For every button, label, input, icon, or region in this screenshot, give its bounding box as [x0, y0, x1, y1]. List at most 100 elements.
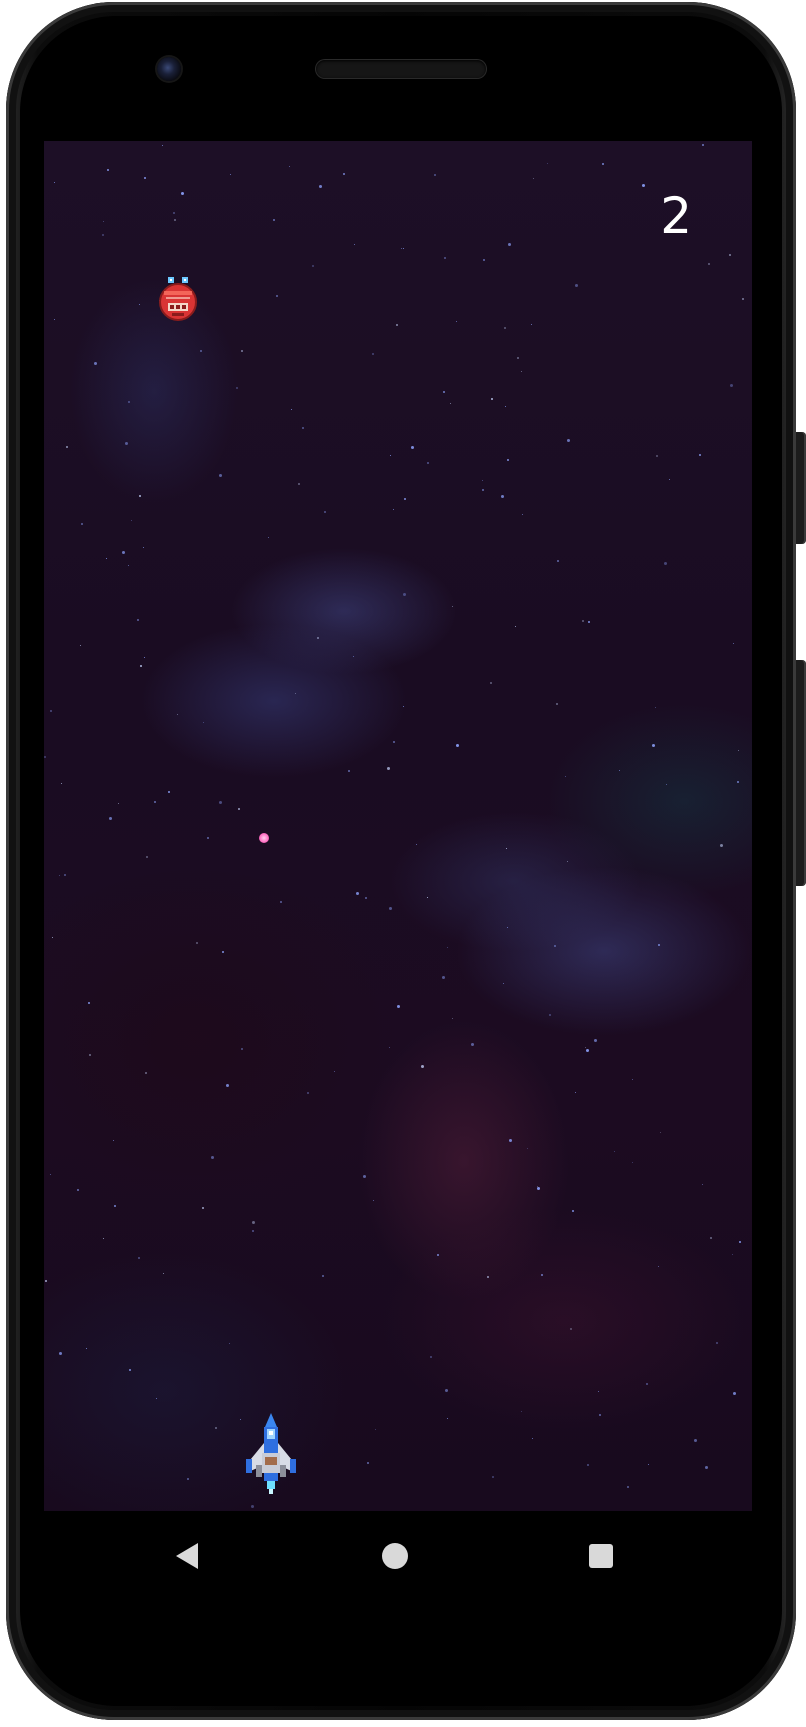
star — [536, 1185, 538, 1187]
star — [221, 950, 224, 953]
score-counter: 2 — [660, 187, 692, 245]
game-screen[interactable]: 2 — [44, 141, 752, 1511]
star — [347, 770, 350, 772]
star — [482, 488, 485, 491]
star — [302, 427, 305, 430]
star — [102, 1238, 104, 1240]
star — [421, 1065, 425, 1069]
star — [64, 874, 67, 877]
star — [239, 1419, 241, 1420]
back-button[interactable] — [172, 1541, 202, 1571]
star — [124, 441, 128, 445]
star — [442, 391, 445, 394]
star — [588, 621, 591, 624]
star — [58, 874, 60, 876]
star — [280, 901, 283, 904]
star — [502, 983, 504, 985]
star — [102, 221, 104, 223]
star — [482, 479, 484, 481]
star — [353, 244, 355, 246]
star — [138, 1256, 141, 1259]
star — [168, 790, 171, 793]
star — [396, 1005, 400, 1009]
recents-icon — [589, 1544, 613, 1568]
star — [251, 1505, 255, 1509]
player-ship[interactable] — [242, 1413, 300, 1495]
recents-button[interactable] — [586, 1541, 616, 1571]
star — [520, 371, 522, 373]
star — [517, 356, 520, 359]
star — [343, 172, 345, 175]
star — [572, 1209, 575, 1212]
star — [451, 1017, 453, 1019]
star — [532, 1437, 534, 1439]
star — [594, 1039, 597, 1043]
star — [737, 780, 740, 783]
star — [389, 907, 393, 910]
star — [102, 234, 105, 237]
star — [306, 1092, 309, 1095]
star — [557, 560, 560, 563]
star — [437, 1254, 440, 1257]
star — [252, 1229, 255, 1232]
star — [295, 692, 296, 694]
star — [434, 173, 437, 176]
star — [586, 1463, 589, 1466]
star — [548, 1014, 551, 1017]
star — [353, 656, 355, 658]
star — [59, 1351, 62, 1355]
star — [206, 836, 209, 839]
star — [80, 522, 83, 525]
star — [228, 1343, 230, 1345]
star — [275, 294, 278, 297]
star — [403, 498, 406, 501]
star — [138, 495, 141, 498]
star — [49, 1174, 51, 1176]
star — [645, 1383, 648, 1385]
star — [145, 855, 148, 858]
system-navigation-bar — [44, 1511, 752, 1599]
star — [400, 248, 402, 250]
star — [584, 1047, 586, 1049]
star — [195, 942, 198, 945]
star — [668, 479, 670, 481]
star — [355, 891, 359, 895]
star — [289, 166, 291, 167]
star — [365, 896, 368, 899]
star — [131, 519, 132, 521]
star — [122, 551, 126, 554]
star — [117, 803, 119, 804]
star — [396, 323, 399, 326]
star — [486, 1275, 489, 1278]
star — [500, 494, 504, 498]
star — [210, 1156, 214, 1159]
star — [230, 174, 232, 176]
star — [505, 847, 507, 849]
star — [699, 453, 702, 456]
star — [318, 184, 322, 188]
star — [445, 1389, 449, 1392]
star — [44, 756, 46, 759]
star — [585, 1048, 589, 1052]
star — [76, 1188, 79, 1191]
star — [107, 169, 110, 172]
home-button[interactable] — [380, 1541, 410, 1571]
star — [45, 1280, 48, 1283]
star — [403, 592, 406, 596]
star — [648, 1463, 650, 1465]
star — [708, 263, 710, 266]
star — [555, 703, 558, 706]
star — [86, 1348, 88, 1350]
star — [235, 387, 238, 390]
star — [187, 1478, 190, 1481]
star — [143, 657, 145, 658]
star — [656, 454, 659, 457]
star — [446, 1418, 448, 1420]
star — [202, 1206, 205, 1209]
star — [128, 565, 130, 567]
star — [80, 645, 82, 647]
star — [710, 1237, 712, 1240]
star — [415, 843, 417, 845]
star — [61, 783, 63, 785]
star — [598, 1414, 601, 1417]
